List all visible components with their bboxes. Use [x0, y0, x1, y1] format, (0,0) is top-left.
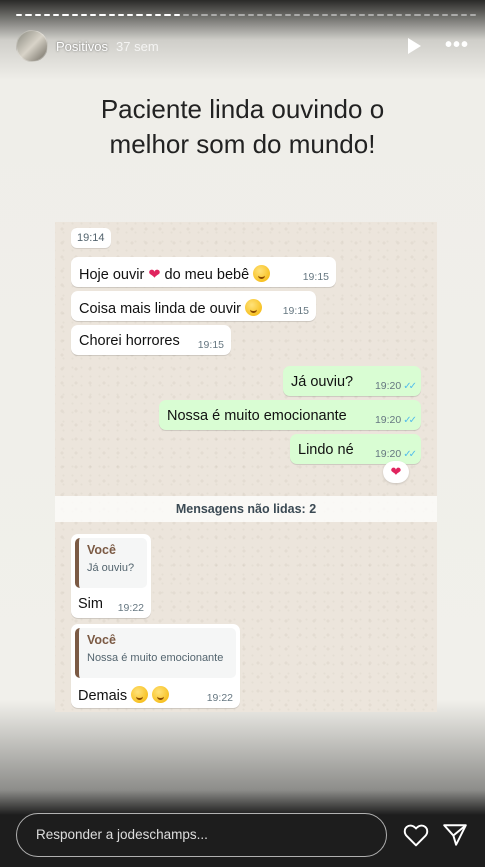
unread-messages-divider: Mensagens não lidas: 2 [55, 496, 437, 522]
story-author[interactable]: Positivos [56, 39, 108, 54]
message-incoming: Hoje ouvir ❤ do meu bebê 19:15 [71, 257, 336, 287]
message-text: Hoje ouvir [79, 267, 145, 283]
quoted-message: Você Já ouviu? [75, 538, 147, 588]
read-receipt-icon: ✓✓ [403, 415, 417, 426]
message-time: 19:20 [374, 414, 402, 426]
smiling-face-with-hearts-icon [253, 265, 271, 282]
story-footer: Responder a jodeschamps... [0, 807, 485, 867]
message-text: Chorei horrores [79, 333, 180, 349]
read-receipt-icon: ✓✓ [403, 381, 417, 392]
message-outgoing: Lindo né 19:20 ✓✓ [290, 434, 421, 464]
message-time: 19:15 [302, 271, 329, 283]
pleading-face-icon [152, 686, 170, 703]
message-outgoing: Nossa é muito emocionante 19:20 ✓✓ [159, 400, 421, 430]
story-viewer: Positivos 37 sem ••• Paciente linda ouvi… [0, 0, 485, 867]
send-icon[interactable] [442, 823, 468, 847]
message-text: Demais [78, 688, 128, 704]
heart-icon: ❤ [148, 267, 161, 283]
message-text: Sim [78, 596, 103, 612]
play-icon[interactable] [408, 38, 421, 54]
date-chip: 19:14 [71, 228, 111, 248]
quote-text: Já ouviu? [87, 562, 135, 574]
message-time: 19:22 [117, 602, 144, 614]
chat-screenshot: 19:14 Hoje ouvir ❤ do meu bebê 19:15 Coi… [55, 222, 437, 712]
message-time: 19:15 [282, 305, 309, 317]
smiling-face-with-hearts-icon [131, 686, 149, 703]
more-options-icon[interactable]: ••• [445, 35, 469, 55]
message-reply: Você Nossa é muito emocionante Demais 19… [71, 624, 240, 708]
message-incoming: Chorei horrores 19:15 [71, 325, 231, 355]
read-receipt-icon: ✓✓ [403, 449, 417, 460]
message-text: Coisa mais linda de ouvir [79, 301, 241, 317]
message-text: Já ouviu? [291, 374, 354, 390]
story-header: Positivos 37 sem ••• [16, 30, 469, 62]
story-progress-bar [16, 14, 477, 16]
message-text: Nossa é muito emocionante [167, 408, 347, 424]
quote-author: Você [87, 543, 116, 557]
message-outgoing: Já ouviu? 19:20 ✓✓ [283, 366, 421, 396]
heart-like-icon[interactable] [403, 823, 429, 847]
heart-reaction-icon: ❤ [383, 461, 409, 483]
message-time: 19:15 [197, 339, 224, 351]
message-time: 19:22 [206, 692, 233, 704]
message-reply: Você Já ouviu? Sim 19:22 [71, 534, 151, 618]
quote-text: Nossa é muito emocionante [87, 652, 224, 664]
message-incoming: Coisa mais linda de ouvir 19:15 [71, 291, 316, 321]
story-caption: Paciente linda ouvindo o melhor som do m… [100, 94, 385, 159]
quote-author: Você [87, 633, 116, 647]
story-time-ago: 37 sem [116, 38, 159, 54]
reply-input[interactable]: Responder a jodeschamps... [16, 813, 387, 857]
message-time: 19:20 [374, 448, 402, 460]
message-text: Lindo né [298, 442, 354, 458]
avatar[interactable] [16, 30, 48, 62]
message-time: 19:20 [374, 380, 402, 392]
message-text: do meu bebê [164, 267, 250, 283]
quoted-message: Você Nossa é muito emocionante [75, 628, 236, 678]
smiling-face-with-hearts-icon [245, 299, 263, 316]
